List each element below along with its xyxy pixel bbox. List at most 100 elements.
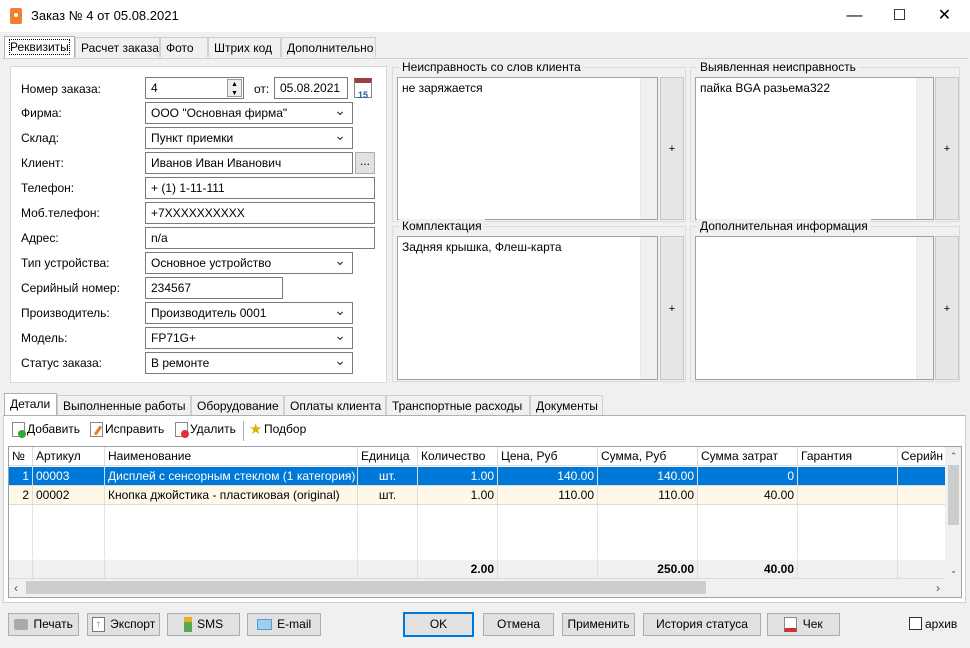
serial-input[interactable]: 234567 bbox=[145, 277, 283, 299]
found-fault-title: Выявленная неисправность bbox=[697, 60, 859, 74]
total-cell bbox=[33, 560, 105, 579]
total-cell bbox=[898, 560, 949, 579]
kit-textarea[interactable]: Задняя крышка, Флеш-карта bbox=[397, 236, 658, 380]
table-cell: 40.00 bbox=[698, 486, 798, 505]
sms-label: SMS bbox=[197, 617, 224, 631]
details-grid[interactable]: № Артикул Наименование Единица Количество Цен… bbox=[8, 446, 962, 598]
delete-button[interactable]: Удалить bbox=[175, 422, 236, 439]
table-header-cell[interactable]: Количество bbox=[418, 447, 498, 466]
phone-icon bbox=[183, 617, 192, 633]
found-fault-scrollbar[interactable] bbox=[916, 78, 933, 219]
kit-add-button[interactable]: + bbox=[660, 236, 684, 380]
client-browse-button[interactable]: ... bbox=[355, 152, 375, 174]
extra-info-scrollbar[interactable] bbox=[916, 237, 933, 379]
edit-button[interactable]: Исправить bbox=[90, 422, 164, 438]
pick-button[interactable]: ★ Подбор bbox=[249, 422, 306, 437]
kit-title: Комплектация bbox=[399, 219, 485, 233]
app-icon bbox=[10, 8, 22, 24]
tab-label: Реквизиты bbox=[9, 39, 70, 55]
table-cell: 140.00 bbox=[498, 467, 598, 486]
tab-details[interactable]: Детали bbox=[4, 393, 57, 416]
archive-label: архив bbox=[925, 617, 958, 631]
minimize-button[interactable]: — bbox=[832, 0, 877, 32]
table-header-cell[interactable]: № bbox=[9, 447, 33, 466]
printer-icon bbox=[14, 619, 29, 631]
client-fault-textarea[interactable]: не заряжается bbox=[397, 77, 658, 220]
export-label: Экспорт bbox=[110, 617, 156, 631]
calendar-icon[interactable]: 15 bbox=[354, 78, 372, 100]
found-fault-textarea[interactable]: пайка BGA разьема322 bbox=[695, 77, 934, 220]
table-cell: 00002 bbox=[33, 486, 105, 505]
status-history-button[interactable]: История статуса bbox=[643, 613, 761, 636]
maximize-button[interactable]: ☐ bbox=[877, 0, 922, 32]
address-input[interactable]: n/a bbox=[145, 227, 375, 249]
title-bar: Заказ № 4 от 05.08.2021 — ☐ ✕ bbox=[0, 0, 970, 32]
print-button[interactable]: Печать bbox=[8, 613, 79, 636]
table-cell: шт. bbox=[358, 486, 418, 505]
extra-info-title: Дополнительная информация bbox=[697, 219, 871, 233]
client-input[interactable]: Иванов Иван Иванович bbox=[145, 152, 353, 174]
table-header-cell[interactable]: Артикул bbox=[33, 447, 105, 466]
table-header-cell[interactable]: Цена, Руб bbox=[498, 447, 598, 466]
warehouse-select[interactable]: Пункт приемки bbox=[145, 127, 353, 149]
mobile-input[interactable]: +7XXXXXXXXXX bbox=[145, 202, 375, 224]
toolbar-separator bbox=[243, 421, 244, 441]
table-cell: 1.00 bbox=[418, 486, 498, 505]
status-label: Статус заказа: bbox=[21, 356, 103, 370]
found-fault-add-button[interactable]: + bbox=[935, 77, 959, 220]
tab-works[interactable]: Выполненные работы bbox=[57, 395, 191, 415]
extra-info-add-button[interactable]: + bbox=[935, 236, 959, 380]
delete-label: Удалить bbox=[190, 422, 236, 436]
tab-payments[interactable]: Оплаты клиента bbox=[284, 395, 386, 415]
client-fault-scrollbar[interactable] bbox=[640, 78, 657, 219]
firm-select[interactable]: ООО "Основная фирма" bbox=[145, 102, 353, 124]
archive-checkbox[interactable] bbox=[909, 617, 922, 630]
grid-horizontal-scrollbar[interactable]: ‹ › bbox=[9, 579, 961, 597]
sms-button[interactable]: SMS bbox=[167, 613, 240, 636]
tab-documents[interactable]: Документы bbox=[530, 395, 603, 415]
table-header-cell[interactable]: Сумма затрат bbox=[698, 447, 798, 466]
tab-equipment[interactable]: Оборудование bbox=[191, 395, 284, 415]
tab-transport[interactable]: Транспортные расходы bbox=[386, 395, 530, 415]
status-select[interactable]: В ремонте bbox=[145, 352, 353, 374]
table-header-cell[interactable]: Наименование bbox=[105, 447, 358, 466]
table-header-cell[interactable]: Серийн bbox=[898, 447, 949, 466]
extra-info-textarea[interactable] bbox=[695, 236, 934, 380]
device-type-label: Тип устройства: bbox=[21, 256, 110, 270]
ok-button[interactable]: OK bbox=[403, 612, 474, 637]
export-button[interactable]: ↑ Экспорт bbox=[87, 613, 160, 636]
table-cell: 110.00 bbox=[498, 486, 598, 505]
column-gridline bbox=[797, 505, 798, 559]
order-no-spinner[interactable]: ▲ ▼ bbox=[227, 79, 242, 97]
table-cell: 1 bbox=[9, 467, 33, 486]
tab-barcode[interactable]: Штрих код bbox=[208, 37, 281, 57]
table-cell bbox=[798, 486, 898, 505]
column-gridline bbox=[497, 505, 498, 559]
client-fault-add-button[interactable]: + bbox=[660, 77, 684, 220]
grid-vertical-scrollbar[interactable]: ⌃ ⌄ bbox=[945, 447, 961, 579]
tab-calculation[interactable]: Расчет заказа bbox=[75, 37, 160, 57]
date-input[interactable]: 05.08.2021 bbox=[274, 77, 348, 99]
kit-scrollbar[interactable] bbox=[640, 237, 657, 379]
close-button[interactable]: ✕ bbox=[922, 0, 967, 32]
apply-button[interactable]: Применить bbox=[562, 613, 635, 636]
table-cell: шт. bbox=[358, 467, 418, 486]
email-button[interactable]: E-mail bbox=[247, 613, 321, 636]
client-label: Клиент: bbox=[21, 156, 64, 170]
tab-photo[interactable]: Фото bbox=[160, 37, 208, 57]
table-header-cell[interactable]: Гарантия bbox=[798, 447, 898, 466]
maker-select[interactable]: Производитель 0001 bbox=[145, 302, 353, 324]
add-button[interactable]: Добавить bbox=[12, 422, 81, 439]
receipt-button[interactable]: Чек bbox=[767, 613, 840, 636]
add-label: Добавить bbox=[27, 422, 81, 436]
table-header-cell[interactable]: Сумма, Руб bbox=[598, 447, 698, 466]
table-cell: 2 bbox=[9, 486, 33, 505]
model-select[interactable]: FP71G+ bbox=[145, 327, 353, 349]
phone-input[interactable]: + (1) 1-11-111 bbox=[145, 177, 375, 199]
cancel-button[interactable]: Отмена bbox=[483, 613, 554, 636]
tab-additional[interactable]: Дополнительно bbox=[281, 37, 376, 57]
table-header-cell[interactable]: Единица bbox=[358, 447, 418, 466]
receipt-icon bbox=[784, 617, 798, 633]
device-type-select[interactable]: Основное устройство bbox=[145, 252, 353, 274]
tab-requisites[interactable]: Реквизиты bbox=[4, 36, 75, 58]
